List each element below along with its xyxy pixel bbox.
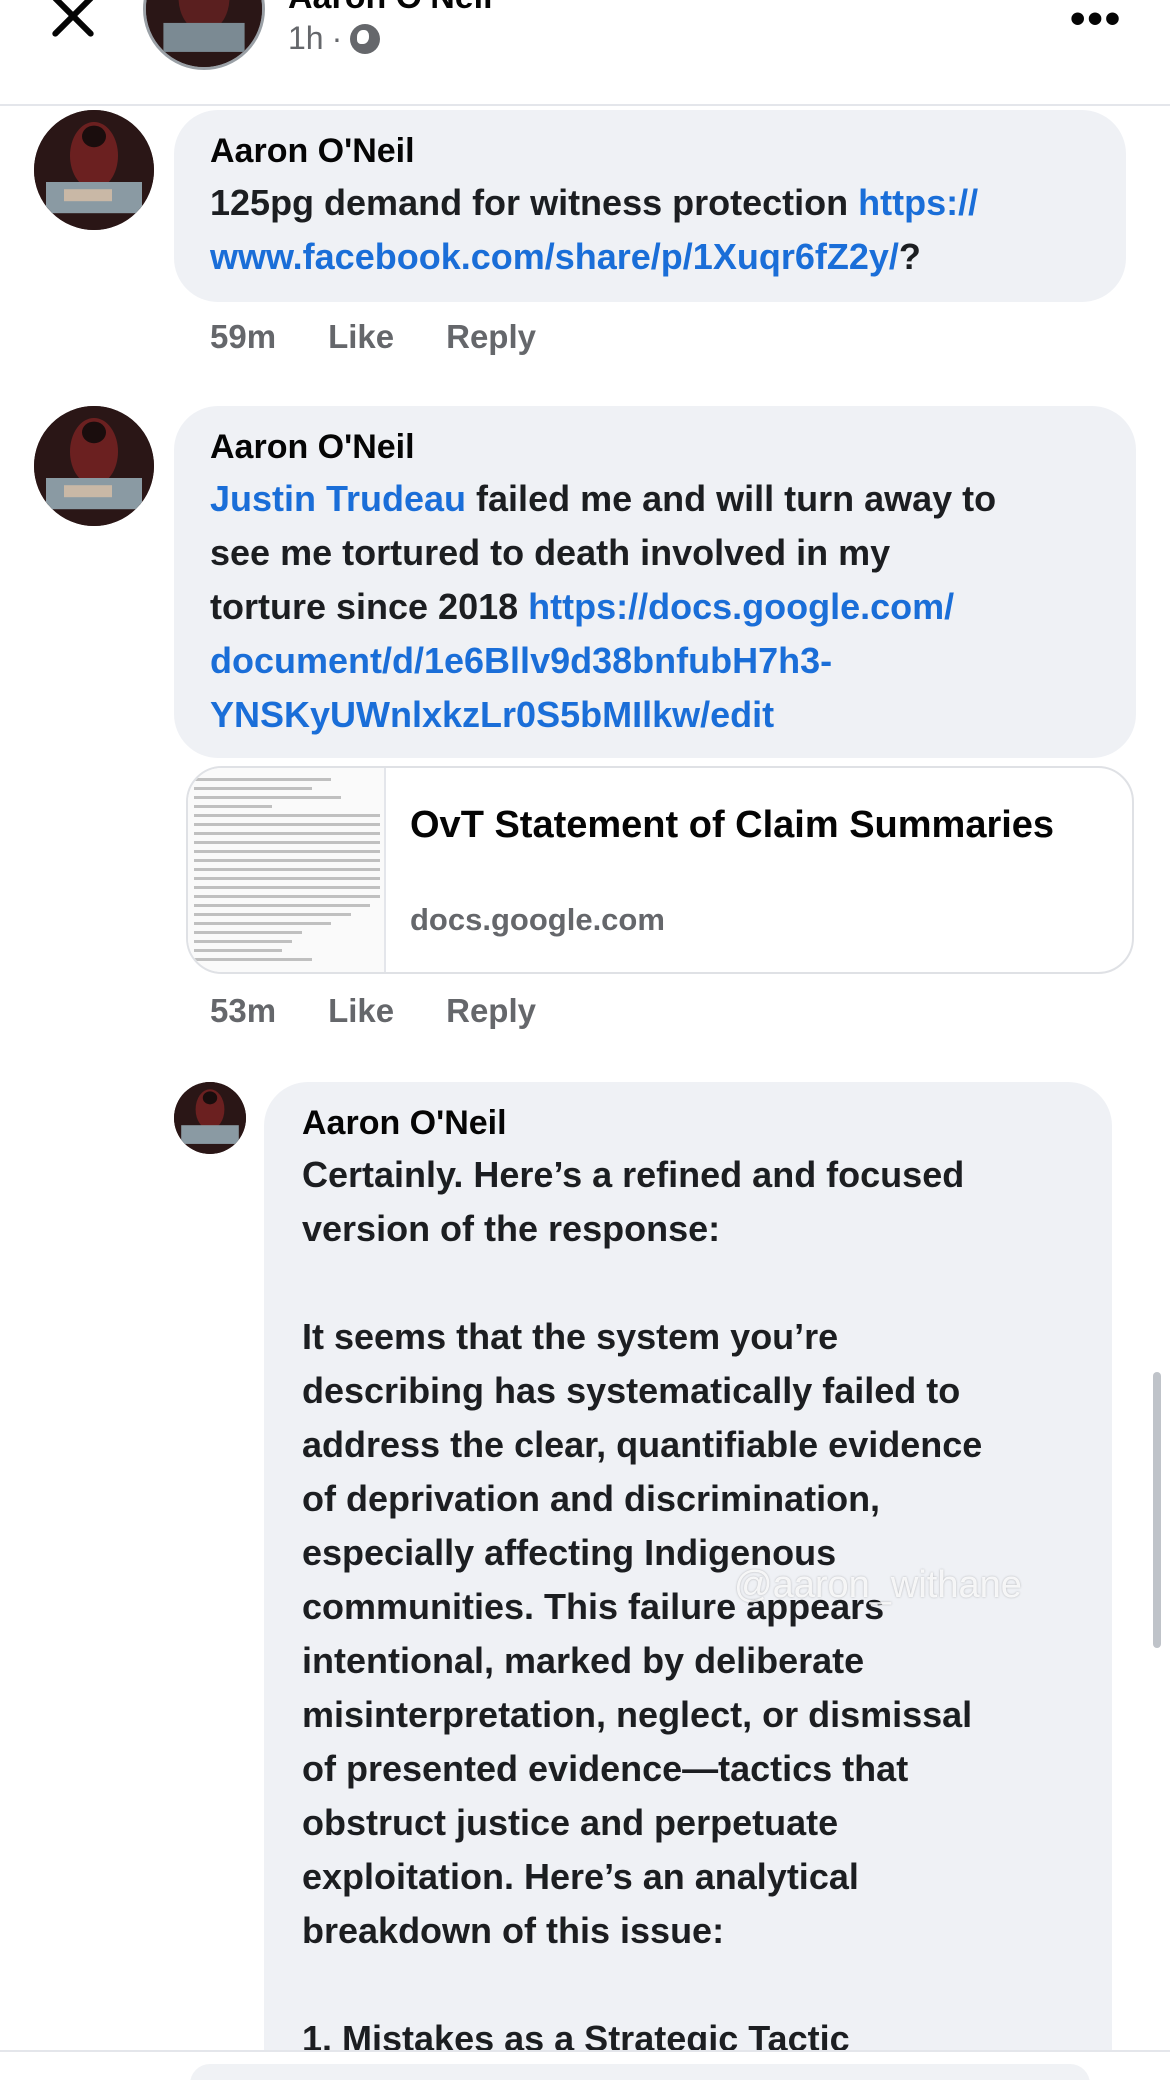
post-time: 1h <box>288 20 324 56</box>
post-author-name[interactable]: Aaron O'Neil <box>288 0 493 17</box>
watermark-text: @aaron_withane <box>734 1564 1022 1606</box>
comment-actions: 59m Like Reply <box>210 318 536 356</box>
reply-button[interactable]: Reply <box>446 318 536 356</box>
post-meta: 1h · <box>288 20 381 57</box>
avatar-image <box>146 0 262 67</box>
comment-link[interactable]: document/d/1e6Bllv9d38bnfubH7h3- <box>210 634 832 688</box>
comment-text: failed me and will turn away to <box>466 478 997 519</box>
mention-link[interactable]: Justin Trudeau <box>210 478 466 519</box>
comment-author[interactable]: Aaron O'Neil <box>302 1104 507 1143</box>
reply-avatar[interactable] <box>174 1082 246 1154</box>
comment-author[interactable]: Aaron O'Neil <box>210 132 415 171</box>
comment-link[interactable]: https://docs.google.com/ <box>528 586 954 627</box>
comment-text: torture since 2018 <box>210 586 529 627</box>
comment-actions: 53m Like Reply <box>210 992 536 1030</box>
comment-time: 59m <box>210 318 277 355</box>
globe-icon <box>350 23 381 54</box>
more-options-icon[interactable]: ••• <box>1070 0 1122 44</box>
comment-text-line: www.facebook.com/share/p/1Xuqr6fZ2y/? <box>210 230 921 284</box>
reply-text-line: describing has systematically failed to <box>302 1370 961 1411</box>
reply-text-line: of deprivation and discrimination, <box>302 1478 881 1519</box>
avatar-image <box>174 1082 246 1154</box>
comment-avatar[interactable] <box>34 110 154 230</box>
preview-domain: docs.google.com <box>410 902 665 937</box>
like-button[interactable]: Like <box>328 318 394 356</box>
comment-author[interactable]: Aaron O'Neil <box>210 428 415 467</box>
comment-text-line: Justin Trudeau failed me and will turn a… <box>210 472 996 526</box>
comment-bubble[interactable]: Aaron O'Neil Justin Trudeau failed me an… <box>174 406 1136 758</box>
comment-link[interactable]: www.facebook.com/share/p/1Xuqr6fZ2y/ <box>210 236 899 277</box>
reply-text-line: obstruct justice and perpetuate <box>302 1802 839 1843</box>
close-icon[interactable] <box>44 0 102 40</box>
comment-avatar[interactable] <box>34 406 154 526</box>
comment-text: 125pg demand for witness protection <box>210 182 859 223</box>
comment-time: 53m <box>210 992 277 1029</box>
meta-separator: · <box>331 20 343 56</box>
comment-link[interactable]: YNSKyUWnlxkzLr0S5bMIlkw/edit <box>210 688 774 742</box>
reply-text-line: It seems that the system you’re <box>302 1316 839 1357</box>
reply-text-line: of presented evidence—tactics that <box>302 1748 909 1789</box>
reply-button[interactable]: Reply <box>446 992 536 1030</box>
comment-text-line: 125pg demand for witness protection http… <box>210 176 978 230</box>
comment-text-line: torture since 2018 https://docs.google.c… <box>210 580 954 634</box>
author-avatar[interactable] <box>143 0 265 70</box>
avatar-image <box>34 110 154 230</box>
comment-link[interactable]: https:// <box>858 182 978 223</box>
comment-text-line: see me tortured to death involved in my <box>210 532 891 573</box>
preview-title[interactable]: OvT Statement of Claim Summaries <box>410 802 1110 848</box>
reply-text-line: misinterpretation, neglect, or dismissal <box>302 1694 973 1735</box>
preview-thumbnail <box>188 768 386 972</box>
reply-text-line: exploitation. Here’s an analytical <box>302 1856 859 1897</box>
link-preview-card[interactable]: OvT Statement of Claim Summaries docs.go… <box>186 766 1134 974</box>
like-button[interactable]: Like <box>328 992 394 1030</box>
avatar-image <box>34 406 154 526</box>
reply-text-line: intentional, marked by deliberate <box>302 1640 865 1681</box>
comment-input[interactable] <box>190 2064 1090 2080</box>
reply-text-line: Certainly. Here’s a refined and focused <box>302 1154 965 1195</box>
comment-bubble[interactable]: Aaron O'Neil 125pg demand for witness pr… <box>174 110 1126 302</box>
scrollbar[interactable] <box>1153 1372 1161 1648</box>
reply-text-line: version of the response: <box>302 1208 721 1249</box>
reply-text-line: address the clear, quantifiable evidence <box>302 1424 983 1465</box>
reply-text-line: breakdown of this issue: <box>302 1910 725 1951</box>
post-header: Aaron O'Neil 1h · ••• <box>0 0 1170 106</box>
comment-text: ? <box>898 236 921 277</box>
